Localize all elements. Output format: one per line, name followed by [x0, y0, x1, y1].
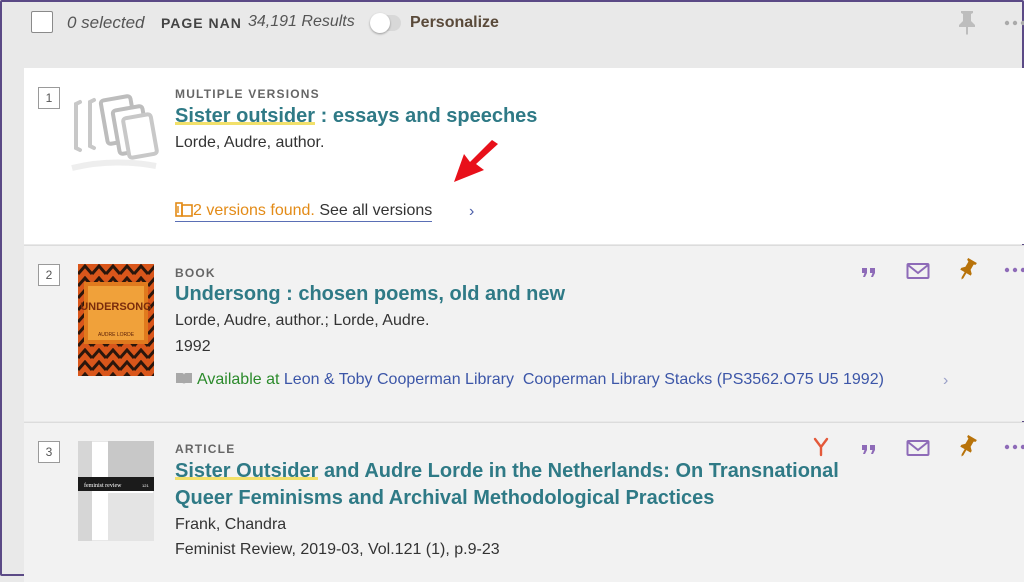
result-item-1[interactable]: 1 MULTIPLE VERSIONS Sister outsider : es… [24, 68, 1024, 244]
cover-journal-name: feminist review [84, 482, 122, 489]
result-number: 2 [38, 264, 60, 286]
title-rest: and Audre Lorde in the Netherlands: On T… [318, 460, 839, 482]
journal-cover-thumbnail[interactable]: feminist review 121 [78, 441, 154, 541]
result-author: Lorde, Audre, author. [175, 134, 325, 151]
pin-icon[interactable] [956, 9, 978, 35]
result-author: Frank, Chandra [175, 516, 287, 533]
cover-issue: 121 [142, 483, 149, 488]
chevron-right-icon[interactable]: › [943, 372, 948, 390]
title-line-2: Queer Feminisms and Archival Methodologi… [175, 487, 715, 509]
availability-link[interactable]: Available at Leon & Toby Cooperman Libra… [175, 371, 884, 389]
pin-icon[interactable] [956, 435, 978, 459]
toggle-knob [370, 13, 390, 33]
email-icon[interactable] [906, 262, 930, 280]
multiple-versions-icon [71, 94, 159, 171]
book-open-icon [176, 373, 192, 384]
more-options-icon[interactable] [1004, 267, 1024, 273]
result-year: 1992 [175, 338, 211, 355]
result-item-3[interactable]: 3 feminist review 121 ARTICLE Sister Out… [24, 422, 1024, 582]
cite-quote-icon[interactable] [860, 439, 878, 457]
result-type: ARTICLE [175, 442, 236, 456]
email-icon[interactable] [906, 439, 930, 457]
result-title[interactable]: Sister Outsider and Audre Lorde in the N… [175, 458, 839, 512]
result-item-2[interactable]: 2 UNDERSONG AUDRE LORDE BOOK Undersong :… [24, 245, 1024, 421]
see-all-versions-link[interactable]: 2 versions found. See all versions [175, 202, 433, 222]
versions-icon [175, 202, 193, 217]
fork-link-icon[interactable] [812, 437, 830, 457]
more-options-icon[interactable] [1004, 444, 1024, 450]
result-number: 3 [38, 441, 60, 463]
results-toolbar: 0 selected PAGE NAN 34,191 Results Perso… [0, 0, 1024, 46]
page-label: PAGE NAN [161, 15, 242, 31]
pin-icon[interactable] [956, 258, 978, 282]
title-rest: : essays and speeches [315, 105, 538, 127]
shelf-location: Cooperman Library Stacks (PS3562.O75 U5 … [522, 371, 884, 388]
library-name: Leon & Toby Cooperman Library [283, 371, 514, 388]
more-options-icon[interactable] [1004, 20, 1024, 26]
result-author: Lorde, Audre, author.; Lorde, Audre. [175, 312, 430, 329]
available-status: Available at [197, 371, 280, 388]
versions-found-text: 2 versions found. [193, 202, 315, 219]
see-all-versions-text: See all versions [319, 202, 433, 219]
result-title[interactable]: Undersong : chosen poems, old and new [175, 281, 565, 308]
result-type: MULTIPLE VERSIONS [175, 87, 320, 101]
results-count: 34,191 Results [248, 13, 355, 30]
title-line-1: Sister Outsider and Audre Lorde in the N… [175, 458, 839, 485]
result-title[interactable]: Sister outsider : essays and speeches [175, 103, 537, 130]
result-type: BOOK [175, 266, 216, 280]
personalize-toggle[interactable] [370, 13, 401, 33]
select-all-checkbox[interactable] [31, 11, 53, 33]
book-cover-thumbnail[interactable]: UNDERSONG AUDRE LORDE [78, 264, 154, 376]
cover-title: UNDERSONG [80, 301, 152, 313]
cite-quote-icon[interactable] [860, 262, 878, 280]
title-highlight: Sister Outsider [175, 460, 319, 482]
personalize-label[interactable]: Personalize [410, 14, 499, 32]
selected-count: 0 selected [67, 13, 145, 32]
result-number: 1 [38, 87, 60, 109]
chevron-right-icon[interactable]: › [469, 203, 474, 221]
result-source: Feminist Review, 2019-03, Vol.121 (1), p… [175, 541, 500, 558]
title-highlight: Sister outsider [175, 105, 316, 127]
cover-author: AUDRE LORDE [98, 332, 135, 338]
red-arrow-annotation-icon [454, 140, 498, 182]
